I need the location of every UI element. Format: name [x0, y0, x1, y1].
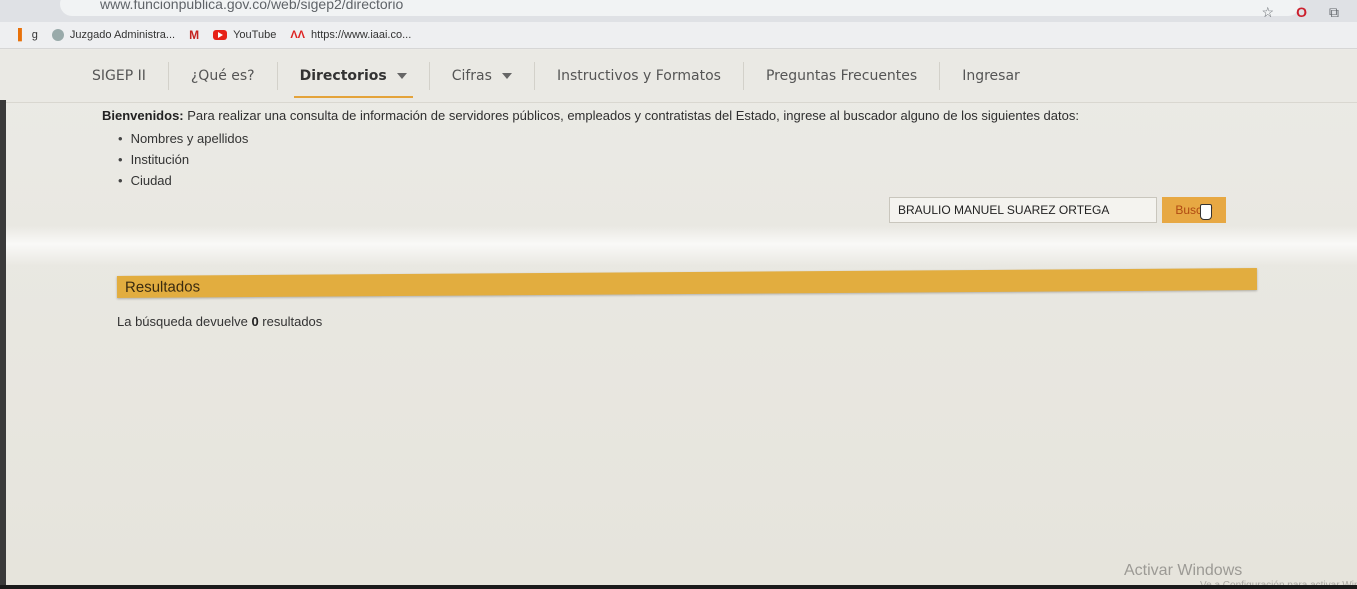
nav-que-es[interactable]: ¿Qué es?: [169, 62, 278, 90]
screen-glare: [0, 226, 1357, 266]
nav-label: Directorios: [299, 68, 387, 84]
browser-toolbar-icons: ☆ O ⧉: [1262, 4, 1339, 21]
url-field[interactable]: www.funcionpublica.gov.co/web/sigep2/dir…: [60, 0, 1300, 16]
extensions-icon[interactable]: ⧉: [1329, 4, 1339, 21]
list-item: Institución: [118, 149, 248, 170]
gmail-icon: M: [189, 28, 200, 42]
results-prefix: La búsqueda devuelve: [117, 314, 252, 329]
chevron-down-icon: [396, 73, 407, 79]
bookmark-label: Juzgado Administra...: [69, 29, 176, 41]
chevron-down-icon: [501, 73, 512, 79]
browser-address-bar: www.funcionpublica.gov.co/web/sigep2/dir…: [0, 0, 1357, 22]
intro-lead: Bienvenidos:: [102, 108, 184, 123]
bookmark-youtube[interactable]: YouTube: [213, 29, 276, 41]
nav-directorios[interactable]: Directorios: [278, 62, 430, 98]
results-summary: La búsqueda devuelve 0 resultados: [117, 314, 322, 329]
nav-label: Cifras: [451, 68, 492, 84]
search-button[interactable]: Buscar: [1162, 197, 1226, 223]
bookmark-juzgado[interactable]: Juzgado Administra...: [51, 29, 176, 41]
results-title: Resultados: [124, 278, 201, 296]
nav-label: SIGEP II: [92, 68, 146, 84]
bookmark-label: https://www.iaai.co...: [311, 29, 412, 41]
screen-bezel-left: [0, 100, 6, 589]
site-favicon-icon: [51, 29, 64, 41]
nav-cifras[interactable]: Cifras: [430, 62, 535, 90]
nav-label: Ingresar: [962, 68, 1020, 84]
opera-icon[interactable]: O: [1296, 4, 1307, 21]
bookmark-edge-icon: ▌: [18, 29, 26, 41]
bookmark-gmail[interactable]: M: [189, 28, 199, 42]
nav-label: Instructivos y Formatos: [556, 68, 721, 84]
site-nav: SIGEP II ¿Qué es? Directorios Cifras Ins…: [0, 50, 1357, 103]
nav-label: Preguntas Frecuentes: [765, 68, 918, 84]
nav-ingresar[interactable]: Ingresar: [940, 62, 1042, 90]
intro-body: Para realizar una consulta de informació…: [183, 108, 1079, 123]
youtube-icon: [213, 30, 228, 40]
bookmark-g[interactable]: ▌ g: [14, 29, 38, 41]
nav-preguntas[interactable]: Preguntas Frecuentes: [744, 62, 941, 90]
list-item: Nombres y apellidos: [118, 128, 249, 149]
screen-bezel-bottom: [0, 585, 1357, 589]
results-header: Resultados: [116, 268, 1258, 298]
search-criteria-list: Nombres y apellidos Institución Ciudad: [118, 128, 249, 191]
bookmark-iaai[interactable]: ΛΛ https://www.iaai.co...: [290, 29, 411, 41]
search-input[interactable]: [889, 197, 1157, 223]
windows-activation-title: Activar Windows: [1124, 562, 1243, 579]
results-suffix: resultados: [258, 314, 323, 329]
list-item: Ciudad: [118, 170, 248, 191]
screen: www.funcionpublica.gov.co/web/sigep2/dir…: [0, 0, 1357, 589]
iaai-icon: ΛΛ: [290, 29, 306, 41]
bookmark-label: YouTube: [233, 29, 277, 41]
hand-cursor-icon: [1200, 204, 1212, 220]
bookmark-label: g: [31, 29, 38, 41]
results-count: 0: [251, 314, 259, 329]
nav-sigep[interactable]: SIGEP II: [70, 62, 169, 90]
nav-label: ¿Qué es?: [190, 68, 255, 84]
intro-text: Bienvenidos: Para realizar una consulta …: [102, 108, 1322, 123]
bookmarks-bar: ▌ g Juzgado Administra... M YouTube ΛΛ h…: [0, 22, 1357, 49]
nav-instructivos[interactable]: Instructivos y Formatos: [535, 62, 744, 90]
star-icon[interactable]: ☆: [1262, 4, 1275, 21]
